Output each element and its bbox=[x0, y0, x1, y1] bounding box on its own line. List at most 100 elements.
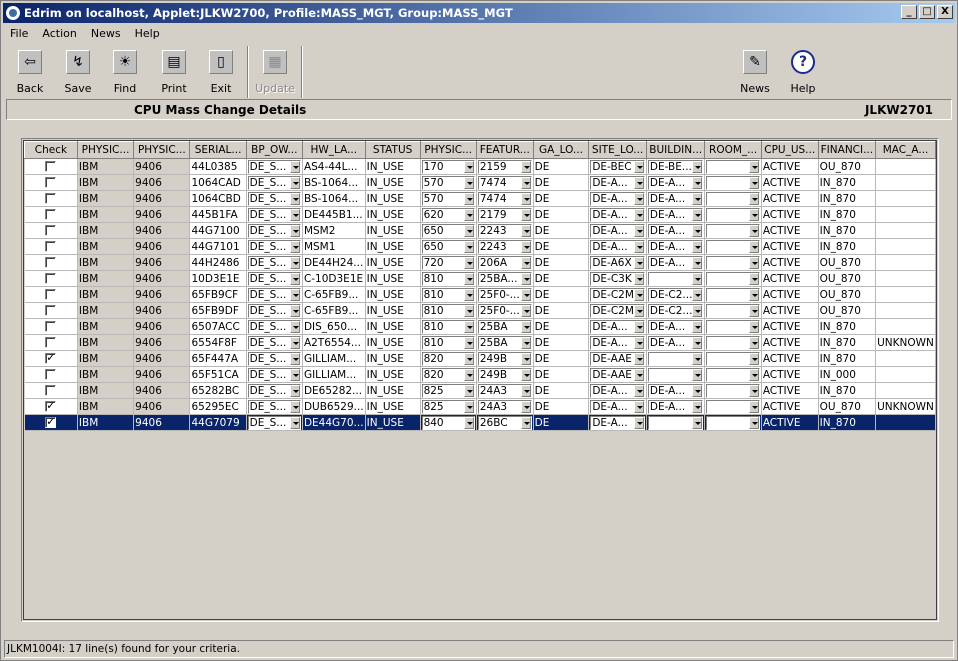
chevron-down-icon[interactable] bbox=[748, 352, 759, 365]
table-cell[interactable]: OU_870 bbox=[818, 158, 877, 175]
cell-dropdown[interactable] bbox=[706, 351, 760, 366]
table-cell[interactable]: IBM bbox=[77, 302, 135, 319]
cell-dropdown[interactable]: DE-C2M bbox=[590, 303, 645, 318]
table-cell[interactable]: AS4-44L... bbox=[302, 158, 366, 175]
cell-dropdown[interactable]: 249B bbox=[477, 351, 532, 366]
cell-dropdown[interactable]: 24A3 bbox=[477, 383, 532, 398]
table-cell[interactable]: 9406 bbox=[133, 382, 191, 399]
cell-dropdown[interactable]: DE_S... bbox=[247, 335, 301, 350]
cell-dropdown[interactable]: DE_S... bbox=[247, 159, 301, 174]
table-cell[interactable]: 9406 bbox=[133, 206, 191, 223]
table-cell[interactable] bbox=[875, 366, 936, 383]
chevron-down-icon[interactable] bbox=[289, 240, 300, 253]
table-cell[interactable]: 9406 bbox=[133, 350, 191, 367]
column-header[interactable]: FINANCI... bbox=[817, 141, 877, 159]
table-cell[interactable]: IN_870 bbox=[818, 334, 877, 351]
cell-dropdown[interactable] bbox=[706, 239, 760, 254]
cell-dropdown[interactable] bbox=[706, 207, 760, 222]
column-header[interactable]: MAC_A... bbox=[875, 141, 936, 159]
row-checkbox[interactable] bbox=[45, 351, 57, 364]
chevron-down-icon[interactable] bbox=[520, 288, 531, 301]
table-cell[interactable]: DE bbox=[533, 158, 590, 175]
cell-dropdown[interactable]: DE_S... bbox=[247, 303, 301, 318]
table-cell[interactable]: UNKNOWN bbox=[875, 398, 936, 415]
table-cell[interactable]: DE bbox=[533, 366, 590, 383]
table-cell[interactable]: ACTIVE bbox=[761, 302, 819, 319]
table-cell[interactable]: IBM bbox=[77, 286, 135, 303]
cell-dropdown[interactable]: DE_S... bbox=[247, 399, 301, 414]
cell-dropdown[interactable]: DE-A6X bbox=[590, 255, 645, 270]
table-cell[interactable] bbox=[875, 190, 936, 207]
cell-dropdown[interactable]: DE-A... bbox=[590, 319, 645, 334]
table-cell[interactable]: DE bbox=[533, 238, 590, 255]
cell-dropdown[interactable]: 810 bbox=[421, 335, 475, 350]
table-row[interactable]: IBM940665F447ADE_S... GILLIAM...IN_USE820… bbox=[24, 350, 936, 367]
cell-dropdown[interactable]: DE_S... bbox=[247, 319, 301, 334]
table-cell[interactable]: IBM bbox=[77, 206, 135, 223]
row-checkbox[interactable] bbox=[45, 305, 57, 316]
chevron-down-icon[interactable] bbox=[520, 176, 531, 189]
table-cell[interactable]: IBM bbox=[77, 382, 135, 399]
chevron-down-icon[interactable] bbox=[748, 160, 759, 173]
column-header[interactable]: PHYSIC... bbox=[76, 141, 135, 159]
row-checkbox[interactable] bbox=[45, 209, 57, 220]
cell-dropdown[interactable]: 840 bbox=[421, 415, 475, 430]
cell-dropdown[interactable]: DE-A... bbox=[647, 399, 704, 414]
table-cell[interactable]: DUB6529... bbox=[302, 398, 366, 415]
cell-dropdown[interactable]: DE-AAE bbox=[590, 351, 645, 366]
cell-dropdown[interactable]: DE-A... bbox=[590, 223, 645, 238]
chevron-down-icon[interactable] bbox=[520, 384, 531, 397]
cell-dropdown[interactable]: DE-A... bbox=[647, 255, 704, 270]
update-button[interactable]: ▦ Update bbox=[255, 48, 295, 98]
chevron-down-icon[interactable] bbox=[520, 256, 531, 269]
table-cell[interactable]: 65295EC bbox=[189, 398, 247, 415]
cell-dropdown[interactable]: 810 bbox=[421, 271, 475, 286]
chevron-down-icon[interactable] bbox=[692, 336, 703, 349]
table-cell[interactable] bbox=[875, 254, 936, 271]
chevron-down-icon[interactable] bbox=[463, 240, 474, 253]
news-button[interactable]: ✎ News bbox=[735, 48, 775, 98]
cell-dropdown[interactable]: DE-A... bbox=[590, 383, 645, 398]
table-cell[interactable]: IN_USE bbox=[365, 174, 421, 191]
cell-dropdown[interactable]: DE-A... bbox=[647, 191, 704, 206]
table-cell[interactable]: ACTIVE bbox=[761, 334, 819, 351]
chevron-down-icon[interactable] bbox=[520, 320, 531, 333]
chevron-down-icon[interactable] bbox=[463, 256, 474, 269]
cell-dropdown[interactable]: DE-A... bbox=[647, 335, 704, 350]
cell-dropdown[interactable]: 2243 bbox=[477, 223, 532, 238]
chevron-down-icon[interactable] bbox=[633, 176, 644, 189]
table-cell[interactable]: 65FB9DF bbox=[189, 302, 247, 319]
table-row[interactable]: IBM 9406 44L0385 DE_S... AS4-44L... IN_USE 170… bbox=[24, 158, 936, 175]
cell-dropdown[interactable]: DE_S... bbox=[247, 255, 301, 270]
table-cell[interactable]: ACTIVE bbox=[761, 190, 819, 207]
chevron-down-icon[interactable] bbox=[520, 192, 531, 205]
column-header[interactable]: GA_LO... bbox=[532, 141, 590, 159]
menu-help[interactable]: Help bbox=[128, 27, 167, 40]
chevron-down-icon[interactable] bbox=[633, 384, 644, 397]
cell-dropdown[interactable] bbox=[706, 175, 760, 190]
cell-dropdown[interactable]: DE-A... bbox=[590, 399, 645, 414]
chevron-down-icon[interactable] bbox=[520, 368, 531, 381]
cell-dropdown[interactable]: DE_S... bbox=[247, 271, 301, 286]
chevron-down-icon[interactable] bbox=[463, 160, 474, 173]
cell-dropdown[interactable]: DE_S... bbox=[247, 367, 301, 382]
table-cell[interactable]: IN_USE bbox=[365, 222, 421, 239]
cell-dropdown[interactable]: 170 bbox=[421, 159, 475, 174]
table-cell[interactable]: IN_USE bbox=[365, 318, 421, 335]
table-cell[interactable]: ACTIVE bbox=[761, 414, 819, 431]
table-cell[interactable]: OU_870 bbox=[818, 254, 877, 271]
chevron-down-icon[interactable] bbox=[289, 304, 300, 317]
table-cell[interactable]: 9406 bbox=[133, 414, 191, 431]
cell-dropdown[interactable]: DE-C2... bbox=[647, 287, 704, 302]
chevron-down-icon[interactable] bbox=[748, 304, 759, 317]
cell-dropdown[interactable]: 7474 bbox=[477, 175, 532, 190]
table-cell[interactable]: IBM bbox=[77, 318, 135, 335]
table-cell[interactable]: 9406 bbox=[133, 302, 191, 319]
table-cell[interactable]: OU_870 bbox=[818, 286, 877, 303]
cell-dropdown[interactable]: 810 bbox=[421, 319, 475, 334]
cell-dropdown[interactable]: DE-A... bbox=[647, 239, 704, 254]
table-cell[interactable]: IN_870 bbox=[818, 190, 877, 207]
chevron-down-icon[interactable] bbox=[520, 208, 531, 221]
table-cell[interactable]: ACTIVE bbox=[761, 222, 819, 239]
table-cell[interactable]: 9406 bbox=[133, 254, 191, 271]
